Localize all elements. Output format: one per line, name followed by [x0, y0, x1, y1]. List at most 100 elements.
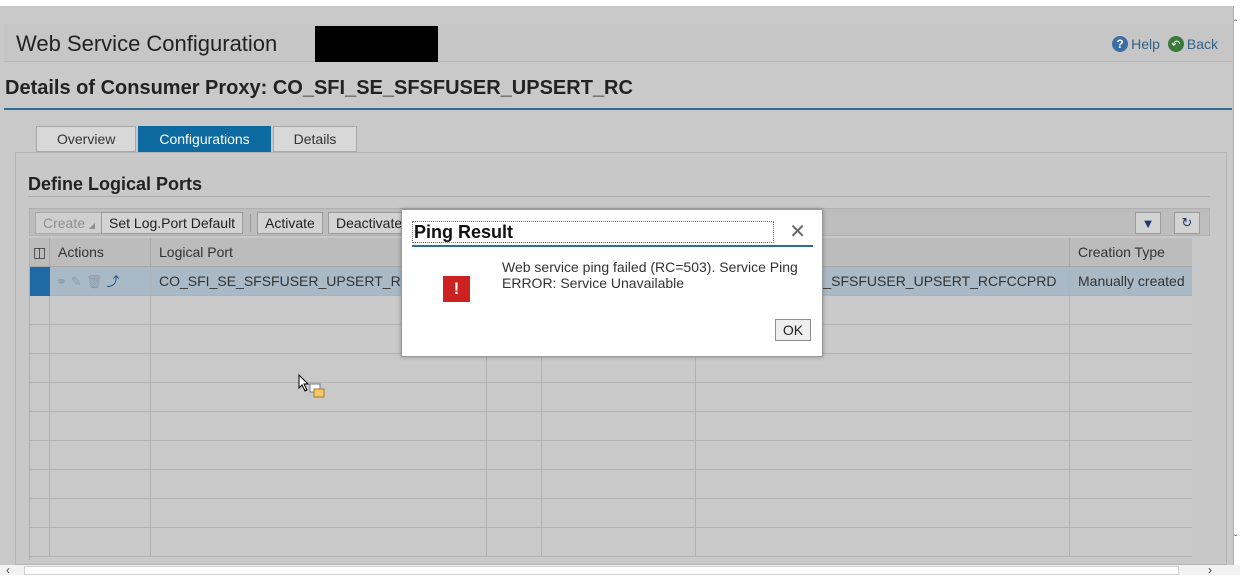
deactivate-button[interactable]: Deactivate	[328, 212, 411, 234]
empty-table-row[interactable]	[30, 470, 1192, 499]
empty-cell	[50, 528, 151, 557]
scroll-down-icon[interactable]: ˇ	[1234, 535, 1237, 545]
empty-cell	[696, 441, 1070, 470]
empty-cell	[1070, 441, 1192, 470]
ping-icon[interactable]: ⤴	[106, 267, 119, 296]
set-log-port-default-button[interactable]: Set Log.Port Default	[101, 212, 244, 234]
empty-cell	[487, 354, 542, 383]
column-header-creation-type[interactable]: Creation Type	[1070, 238, 1192, 267]
empty-cell	[30, 354, 50, 383]
empty-cell	[50, 296, 151, 325]
empty-cell	[1070, 499, 1192, 528]
dialog-title: Ping Result	[412, 221, 774, 243]
top-strip	[0, 0, 1234, 6]
empty-cell	[542, 354, 696, 383]
empty-cell	[30, 412, 50, 441]
empty-cell	[30, 499, 50, 528]
empty-cell	[696, 383, 1070, 412]
title-divider	[4, 108, 1232, 110]
empty-cell	[542, 412, 696, 441]
empty-table-row[interactable]	[30, 383, 1192, 412]
ping-result-dialog: Ping Result ✕ ! Web service ping failed …	[401, 209, 823, 357]
empty-cell	[696, 354, 1070, 383]
empty-table-row[interactable]	[30, 499, 1192, 528]
column-header-actions[interactable]: Actions	[50, 238, 151, 267]
empty-cell	[50, 325, 151, 354]
scrollbar-track[interactable]	[24, 566, 1179, 575]
scroll-right-icon[interactable]: ›	[1208, 564, 1212, 576]
empty-cell	[487, 470, 542, 499]
back-link-label: Back	[1186, 36, 1218, 52]
select-all-icon[interactable]: ◫	[30, 238, 50, 267]
empty-cell	[696, 412, 1070, 441]
empty-cell	[151, 528, 487, 557]
create-button[interactable]: Create ◢	[35, 212, 104, 234]
dialog-title-divider	[412, 245, 813, 247]
empty-cell	[30, 383, 50, 412]
empty-table-row[interactable]	[30, 354, 1192, 383]
empty-cell	[487, 383, 542, 412]
close-icon[interactable]: ✕	[789, 221, 806, 243]
empty-table-row[interactable]	[30, 412, 1192, 441]
filter-icon[interactable]: ▼	[1135, 212, 1161, 234]
scroll-left-icon[interactable]: ‹	[6, 564, 10, 576]
empty-cell	[1070, 325, 1192, 354]
tab-configurations[interactable]: Configurations	[138, 126, 271, 152]
empty-cell	[696, 499, 1070, 528]
empty-cell	[30, 296, 50, 325]
empty-cell	[50, 499, 151, 528]
scroll-up-icon[interactable]: ˆ	[1234, 20, 1237, 30]
header-links: ? Help ↶ Back	[1112, 36, 1218, 52]
empty-cell	[50, 441, 151, 470]
error-icon: !	[443, 276, 470, 302]
empty-table-row[interactable]	[30, 528, 1192, 557]
dialog-message: Web service ping failed (RC=503). Servic…	[502, 259, 807, 291]
empty-cell	[151, 499, 487, 528]
empty-table-row[interactable]	[30, 441, 1192, 470]
section-title: Define Logical Ports	[28, 174, 203, 194]
app-window: Web Service Configuration ? Help ↶ Back …	[0, 0, 1240, 576]
empty-cell	[696, 470, 1070, 499]
app-header: Web Service Configuration ? Help ↶ Back	[4, 24, 1232, 62]
empty-cell	[487, 441, 542, 470]
trash-icon[interactable]: 🗑	[86, 267, 103, 296]
empty-cell	[542, 383, 696, 412]
help-link[interactable]: ? Help	[1112, 36, 1160, 52]
empty-cell	[50, 412, 151, 441]
section-divider	[28, 196, 1210, 197]
empty-cell	[1070, 383, 1192, 412]
help-icon: ?	[1112, 36, 1129, 52]
empty-cell	[50, 383, 151, 412]
ok-button[interactable]: OK	[775, 319, 811, 341]
creation-type-cell: Manually created	[1078, 273, 1185, 289]
tab-details[interactable]: Details	[272, 126, 358, 152]
empty-cell	[542, 528, 696, 557]
empty-cell	[30, 325, 50, 354]
empty-cell	[1070, 354, 1192, 383]
table-settings-icon[interactable]: ↻	[1174, 212, 1200, 234]
tab-overview[interactable]: Overview	[36, 126, 137, 152]
activate-button[interactable]: Activate	[257, 212, 323, 234]
help-link-label: Help	[1131, 36, 1160, 52]
dropdown-corner-icon: ◢	[88, 221, 96, 230]
empty-cell	[487, 412, 542, 441]
dialog-message-line-2: ERROR: Service Unavailable	[502, 275, 685, 291]
empty-cell	[1070, 528, 1192, 557]
dialog-message-line-1: Web service ping failed (RC=503). Servic…	[502, 259, 798, 275]
edit-pencil-icon[interactable]: ✎	[71, 267, 82, 296]
back-arrow-icon: ↶	[1167, 36, 1184, 52]
empty-cell	[487, 499, 542, 528]
row-selector[interactable]	[30, 267, 50, 296]
empty-cell	[30, 470, 50, 499]
tab-strip: Overview Configurations Details	[36, 126, 358, 152]
toolbar-separator	[250, 214, 251, 232]
empty-cell	[30, 528, 50, 557]
view-icon[interactable]: ⚭	[56, 267, 67, 296]
empty-cell	[696, 528, 1070, 557]
back-link[interactable]: ↶ Back	[1167, 36, 1218, 52]
row-actions: ⚭ ✎ 🗑 ⤴	[50, 267, 151, 296]
empty-cell	[1070, 296, 1192, 325]
empty-cell	[542, 470, 696, 499]
empty-cell	[487, 528, 542, 557]
page-title: Details of Consumer Proxy: CO_SFI_SE_SFS…	[5, 77, 633, 99]
